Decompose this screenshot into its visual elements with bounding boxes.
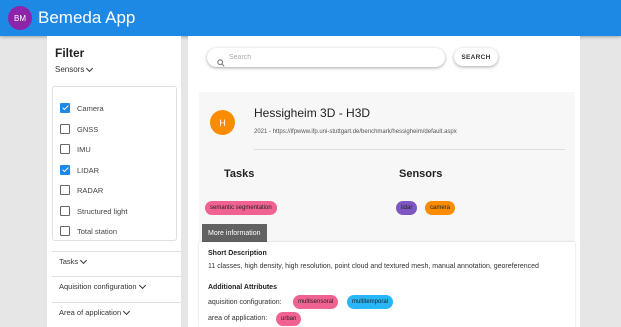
dataset-subtitle: 2021 - https://ifpwww.ifp.uni-stuttgart.…: [254, 129, 457, 135]
accordion-area-of-application[interactable]: Area of application: [52, 302, 181, 322]
app-bar: BM Bemeda App: [0, 0, 621, 36]
filter-sidebar: Filter Sensors Camera GNSS IMU LIDAR RAD…: [47, 36, 181, 327]
chevron-down-icon: [86, 64, 94, 72]
accordion-tasks[interactable]: Tasks: [52, 251, 181, 271]
checkbox-unchecked-icon[interactable]: [60, 226, 70, 236]
chip-task[interactable]: semantic segmentation: [205, 201, 277, 215]
checkbox-lidar[interactable]: LIDAR: [60, 165, 99, 175]
search-icon: [217, 54, 225, 67]
dataset-title: Hessigheim 3D - H3D: [254, 106, 371, 120]
filter-title: Filter: [55, 46, 85, 60]
checkbox-label: IMU: [77, 144, 91, 154]
tasks-heading: Tasks: [224, 168, 255, 180]
search-input[interactable]: [229, 54, 429, 61]
checkbox-label: Total station: [77, 226, 118, 236]
acquisition-label: aquisition configuration:: [208, 299, 282, 306]
accordion-label: Area of application: [59, 308, 122, 317]
search-button[interactable]: SEARCH: [454, 48, 498, 66]
checkbox-label: Camera: [77, 103, 104, 113]
checkbox-gnss[interactable]: GNSS: [60, 124, 98, 134]
chevron-down-icon: [80, 256, 88, 264]
sensors-heading: Sensors: [399, 168, 443, 180]
sensors-toggle[interactable]: Sensors: [55, 64, 94, 74]
accordion-acquisition-configuration[interactable]: Aquisition configuration: [52, 276, 181, 296]
checkbox-label: LIDAR: [77, 165, 100, 175]
app-title[interactable]: Bemeda App: [38, 8, 135, 28]
checkbox-unchecked-icon[interactable]: [60, 144, 70, 154]
app-avatar[interactable]: BM: [8, 6, 32, 30]
chip-urban[interactable]: urban: [276, 312, 302, 326]
chip-multisensoral[interactable]: multisensoral: [293, 295, 339, 309]
search-bar[interactable]: [207, 48, 445, 67]
chip-multitemporal[interactable]: multitemporal: [347, 295, 394, 309]
checkbox-camera[interactable]: Camera: [60, 103, 104, 113]
checkbox-unchecked-icon[interactable]: [60, 124, 70, 134]
accordion-label: Tasks: [59, 257, 79, 266]
chevron-down-icon: [123, 307, 131, 315]
additional-attributes-heading: Additional Attributes: [208, 284, 277, 291]
more-information-button[interactable]: More information: [202, 224, 267, 242]
chip-sensor-lidar[interactable]: lidar: [396, 201, 418, 215]
dataset-card: H Hessigheim 3D - H3D 2021 - https://ifp…: [199, 92, 575, 242]
checkbox-imu[interactable]: IMU: [60, 144, 91, 154]
checkbox-checked-icon[interactable]: [60, 165, 70, 175]
checkbox-total-station[interactable]: Total station: [60, 226, 117, 236]
checkbox-label: Structured light: [77, 206, 128, 216]
short-description-text: 11 classes, high density, high resolutio…: [208, 263, 539, 270]
chip-sensor-camera[interactable]: camera: [425, 201, 456, 215]
checkbox-unchecked-icon[interactable]: [60, 185, 70, 195]
checkbox-structured-light[interactable]: Structured light: [60, 206, 127, 216]
accordion-label: Aquisition configuration: [59, 282, 137, 291]
divider: [254, 149, 565, 150]
sensors-toggle-label: Sensors: [55, 65, 85, 74]
main-content: SEARCH H Hessigheim 3D - H3D 2021 - http…: [188, 36, 580, 327]
description-panel: Short Description 11 classes, high densi…: [199, 242, 575, 327]
checkbox-radar[interactable]: RADAR: [60, 185, 103, 195]
chevron-down-icon: [138, 281, 146, 289]
checkbox-checked-icon[interactable]: [60, 103, 70, 113]
checkbox-unchecked-icon[interactable]: [60, 206, 70, 216]
checkbox-label: RADAR: [77, 185, 104, 195]
area-label: area of application:: [208, 315, 268, 322]
checkbox-label: GNSS: [77, 124, 99, 134]
short-description-heading: Short Description: [208, 250, 267, 257]
dataset-avatar: H: [210, 110, 235, 135]
